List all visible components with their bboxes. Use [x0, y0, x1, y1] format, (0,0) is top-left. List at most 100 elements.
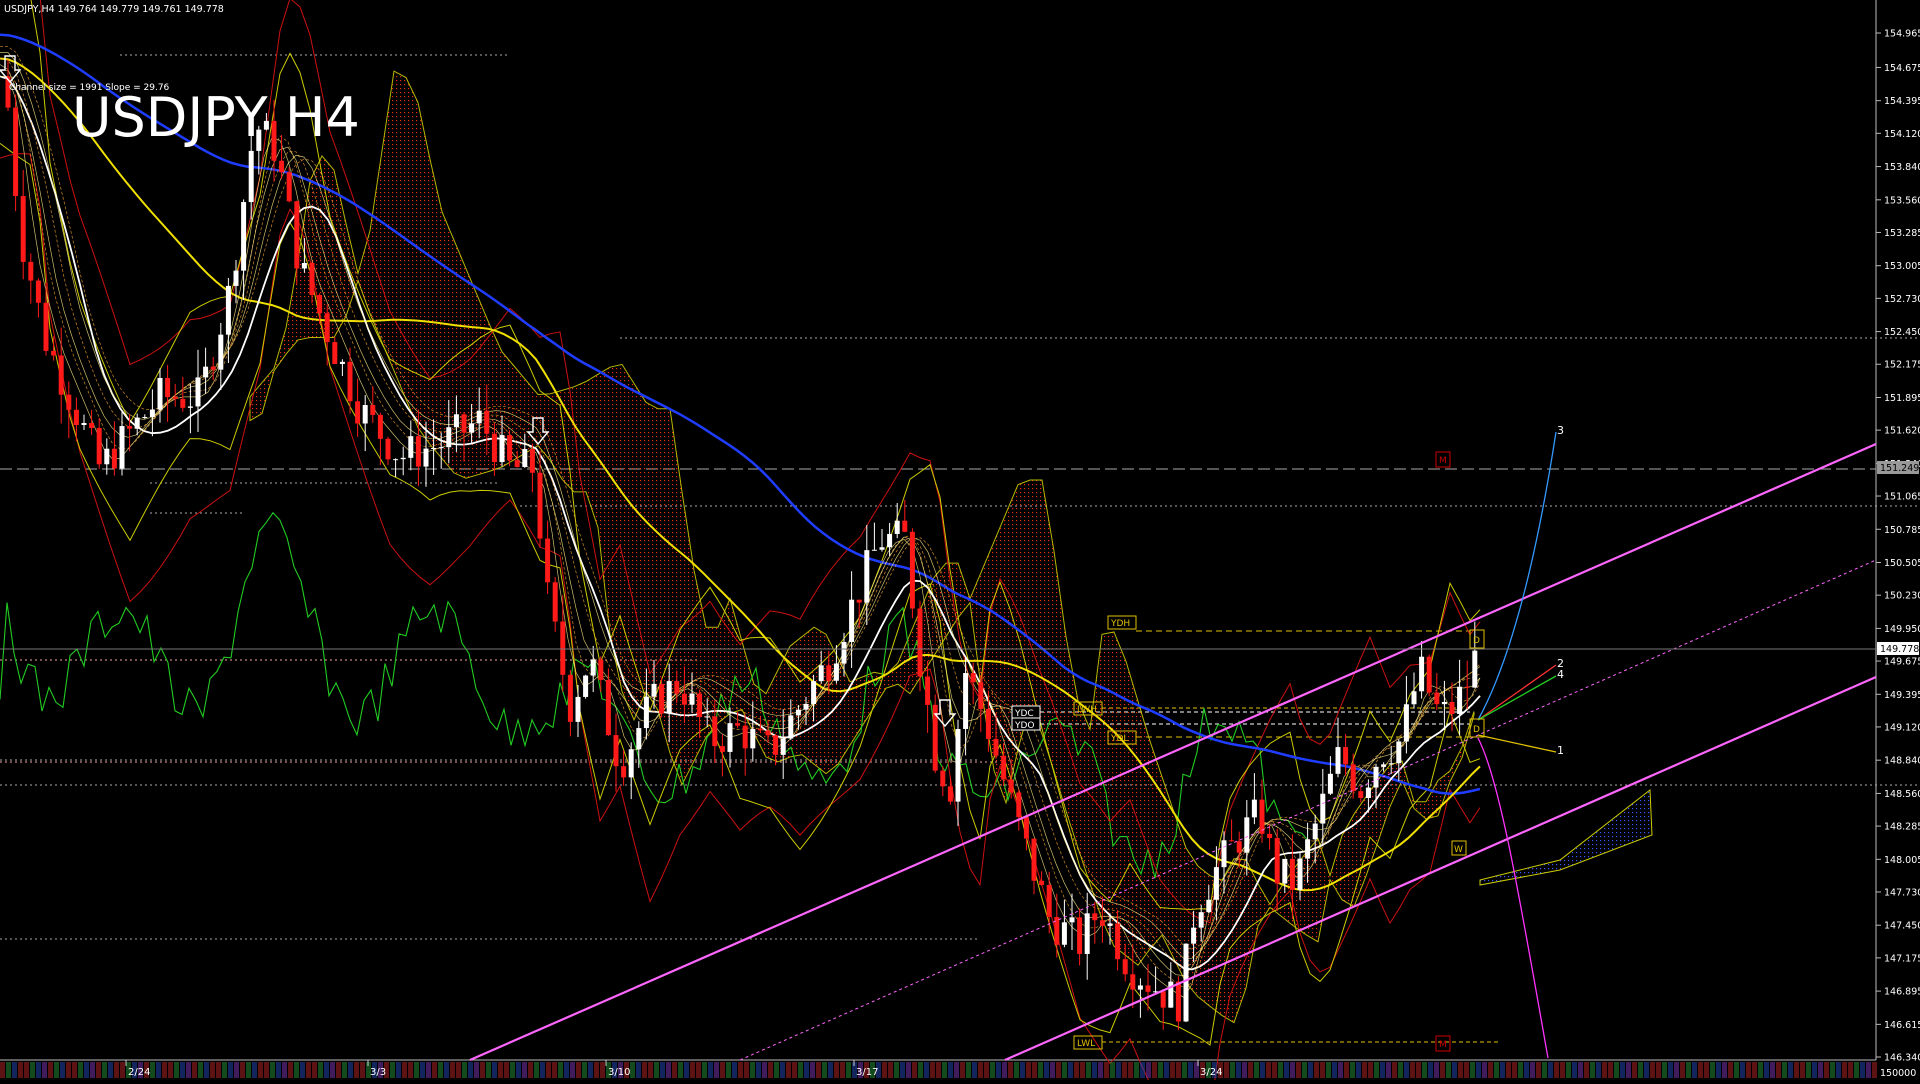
candle-body	[1244, 817, 1250, 853]
price-chart[interactable]: USDJPY,H4 149.764 149.779 149.761 149.77…	[0, 0, 1920, 1084]
candle-body	[408, 436, 414, 458]
time-strip-cell	[480, 1062, 485, 1078]
price-scale[interactable]: 154.965 154.675 154.395 154.120 153.840 153.5…	[1876, 29, 1920, 1064]
time-strip-cell	[744, 1062, 749, 1078]
candle-body	[590, 659, 596, 676]
candle-body	[849, 599, 855, 642]
time-strip-cell	[1710, 1062, 1715, 1078]
candle-body	[339, 361, 345, 365]
time-strip-cell	[1614, 1062, 1619, 1078]
time-strip-cell	[408, 1062, 413, 1078]
candle-body	[119, 426, 125, 469]
candle-body	[719, 746, 725, 752]
time-strip-cell	[114, 1062, 119, 1078]
svg-text:YDO: YDO	[1014, 721, 1035, 731]
chart-window[interactable]: USDJPY,H4 149.764 149.779 149.761 149.77…	[0, 0, 1920, 1084]
candle-body	[1396, 741, 1402, 764]
candle-body	[1099, 920, 1105, 926]
candle-body	[887, 533, 893, 548]
candle-body	[1350, 764, 1356, 792]
candle-body	[1388, 763, 1394, 765]
svg-text:D: D	[1473, 725, 1480, 735]
price-tick-label: 148.560	[1884, 789, 1920, 800]
time-strip-cell	[318, 1062, 323, 1078]
time-strip-cell	[1812, 1062, 1817, 1078]
time-strip-cell	[18, 1062, 23, 1078]
price-tick-label: 151.895	[1884, 393, 1920, 404]
candle-body	[978, 682, 984, 709]
price-tick-label: 150.230	[1884, 591, 1920, 602]
time-strip-cell	[1398, 1062, 1403, 1078]
candle-body	[605, 679, 611, 736]
candle-body	[871, 549, 877, 551]
time-strip-cell	[1302, 1062, 1307, 1078]
time-strip-cell	[630, 1062, 635, 1078]
time-strip-cell	[678, 1062, 683, 1078]
time-strip-cell	[1236, 1062, 1241, 1078]
time-strip-cell	[750, 1062, 755, 1078]
time-strip-cell	[438, 1062, 443, 1078]
candle-body	[218, 334, 224, 370]
time-label-5: 3/24	[1200, 1067, 1222, 1078]
time-strip-cell	[552, 1062, 557, 1078]
time-strip-cell	[1290, 1062, 1295, 1078]
time-strip-cell	[0, 1062, 5, 1078]
candle-body	[1191, 927, 1197, 944]
candle-body	[1365, 787, 1371, 798]
time-strip-cell	[1242, 1062, 1247, 1078]
time-strip-cell	[732, 1062, 737, 1078]
price-tick-label: 148.005	[1884, 855, 1920, 866]
time-strip-cell	[1230, 1062, 1235, 1078]
time-strip-cell	[12, 1062, 17, 1078]
price-tick-label: 147.175	[1884, 953, 1920, 964]
time-strip-cell	[1038, 1062, 1043, 1078]
candle-body	[127, 426, 133, 429]
candle-body	[1160, 991, 1166, 1008]
time-strip-cell	[462, 1062, 467, 1078]
candle-body	[750, 728, 756, 749]
time-strip-cell	[1308, 1062, 1313, 1078]
candle-body	[856, 599, 862, 603]
price-tick-label: 154.395	[1884, 96, 1920, 107]
candle-body	[1434, 692, 1440, 705]
time-strip-cell	[1386, 1062, 1391, 1078]
time-strip-cell	[906, 1062, 911, 1078]
time-strip-cell	[1872, 1062, 1877, 1078]
candle-body	[841, 641, 847, 664]
time-strip-cell	[246, 1062, 251, 1078]
time-strip-cell	[600, 1062, 605, 1078]
time-strip-cell	[1122, 1062, 1127, 1078]
svg-text:YDL: YDL	[1110, 734, 1128, 744]
time-strip-cell	[180, 1062, 185, 1078]
time-strip-cell	[588, 1062, 593, 1078]
time-strip-cell	[1026, 1062, 1031, 1078]
candle-body	[438, 447, 444, 449]
time-strip-cell	[432, 1062, 437, 1078]
time-strip-cell	[78, 1062, 83, 1078]
candle-body	[940, 770, 946, 787]
time-strip-cell	[522, 1062, 527, 1078]
time-strip-cell	[162, 1062, 167, 1078]
time-strip-cell	[1674, 1062, 1679, 1078]
time-strip-cell	[96, 1062, 101, 1078]
price-tick-label: 150.505	[1884, 558, 1920, 569]
candle-body	[233, 270, 239, 286]
time-strip-cell	[822, 1062, 827, 1078]
candle-body	[947, 786, 953, 802]
time-strip-cell	[1728, 1062, 1733, 1078]
candle-body	[1312, 823, 1318, 840]
time-label-1: 2/24	[128, 1067, 150, 1078]
time-strip-cell	[1692, 1062, 1697, 1078]
time-strip-cell	[1176, 1062, 1181, 1078]
time-strip-cell	[1764, 1062, 1769, 1078]
time-strip-cell	[792, 1062, 797, 1078]
time-strip-cell	[672, 1062, 677, 1078]
candle-body	[514, 460, 520, 467]
time-strip-cell	[1860, 1062, 1865, 1078]
time-strip-cell	[468, 1062, 473, 1078]
time-axis[interactable]	[0, 1060, 1877, 1078]
time-strip-cell	[1338, 1062, 1343, 1078]
time-strip-cell	[1506, 1062, 1511, 1078]
time-strip-cell	[1758, 1062, 1763, 1078]
candle-body	[469, 423, 475, 433]
